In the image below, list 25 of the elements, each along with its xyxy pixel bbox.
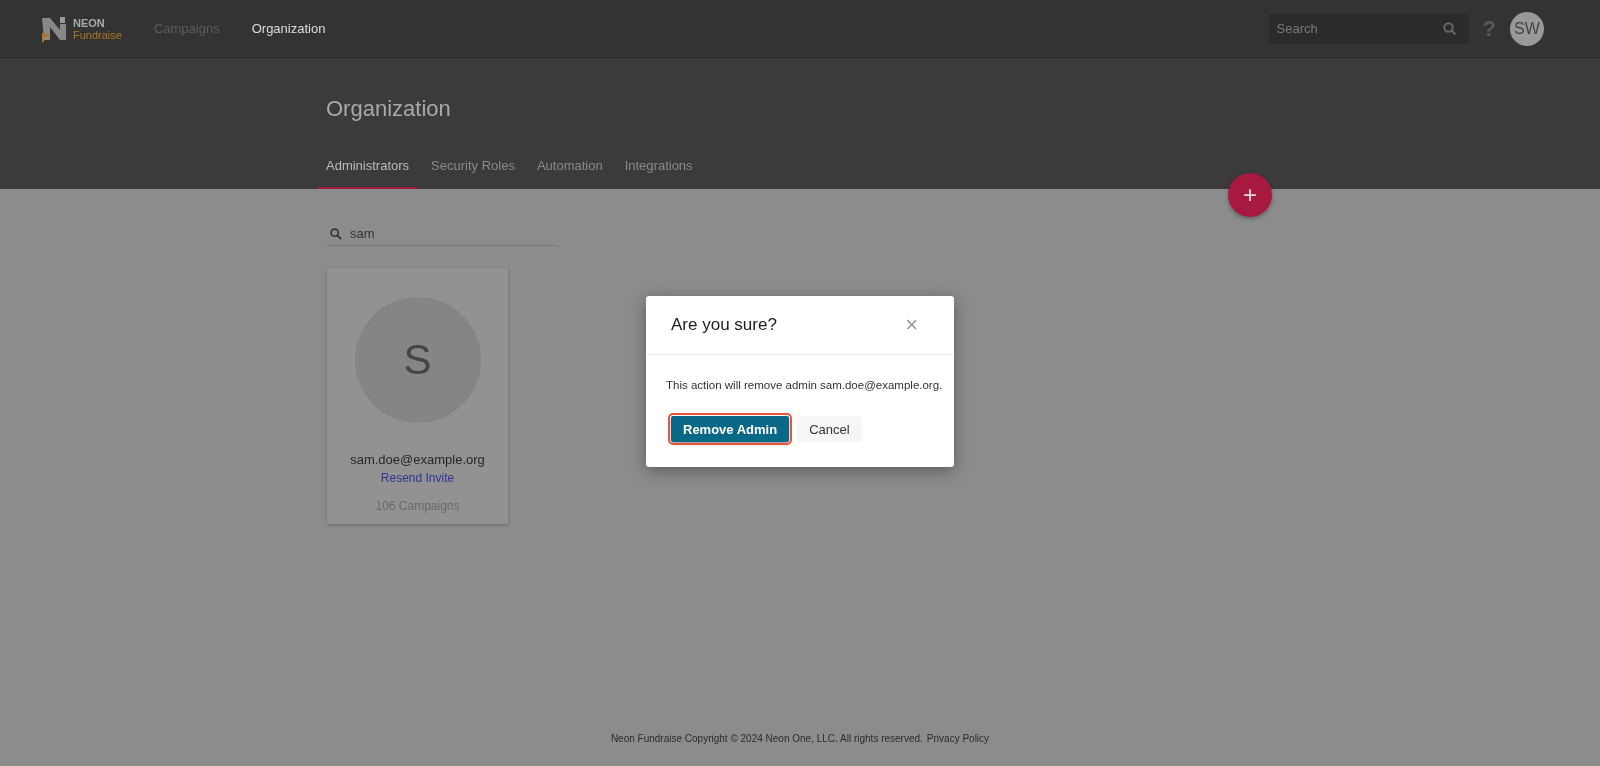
nav-link[interactable]: Organization: [251, 21, 326, 36]
cancel-button[interactable]: Cancel: [797, 416, 862, 442]
resend-invite-link[interactable]: Resend Invite: [380, 471, 455, 485]
page-title: Organization: [326, 95, 451, 123]
product-name: Fundraise: [73, 28, 122, 41]
tab[interactable]: Security Roles: [423, 145, 523, 189]
privacy-policy-link[interactable]: Privacy Policy: [926, 733, 990, 744]
dialog-title: Are you sure?: [671, 315, 777, 335]
avatar: S: [354, 297, 481, 423]
search-icon[interactable]: [1442, 21, 1457, 36]
tab[interactable]: Automation: [528, 145, 611, 189]
admin-email: sam.doe@example.org: [350, 452, 485, 467]
tab[interactable]: Administrators: [318, 145, 418, 189]
user-avatar[interactable]: SW: [1510, 11, 1544, 46]
add-button[interactable]: +: [1228, 173, 1272, 217]
tab[interactable]: Integrations: [616, 145, 701, 189]
brand-name: NEON: [73, 16, 106, 29]
admin-search-field[interactable]: sam: [327, 222, 558, 246]
close-button[interactable]: ×: [905, 312, 918, 338]
remove-admin-button[interactable]: Remove Admin: [671, 416, 790, 442]
search-icon: [330, 228, 342, 240]
copyright-text: Neon Fundraise Copyright © 2024 Neon One, LLC. All rights reserved.: [610, 733, 923, 744]
search-field[interactable]: Search: [1268, 13, 1469, 44]
dialog-message: This action will remove admin sam.doe@example.org.: [666, 378, 943, 393]
neon-fundraise-logo[interactable]: NEON Fundraise: [40, 14, 122, 43]
